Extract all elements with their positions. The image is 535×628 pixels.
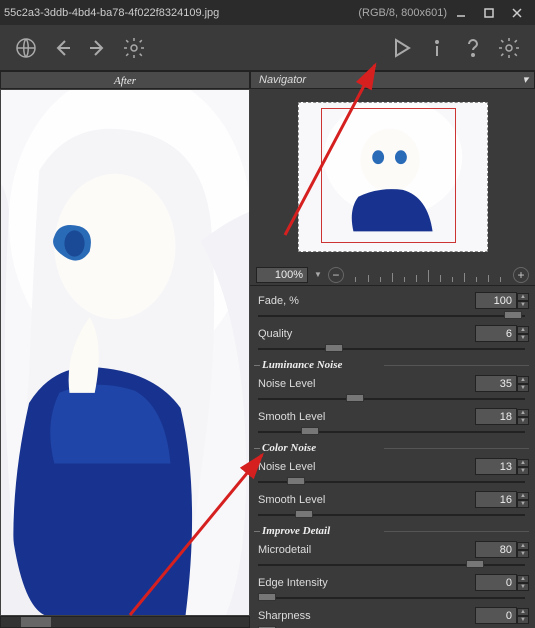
navigator-header[interactable]: Navigator ▾ (250, 71, 535, 89)
play-button[interactable] (383, 30, 419, 66)
back-button[interactable] (44, 30, 80, 66)
group-luminance-noise: Luminance Noise (254, 356, 529, 373)
minimize-button[interactable] (447, 3, 475, 23)
microdetail-label: Microdetail (254, 544, 475, 556)
maximize-button[interactable] (475, 3, 503, 23)
microdetail-value[interactable]: 80 (475, 541, 517, 558)
tab-after[interactable]: After (0, 71, 250, 89)
lum-noise-value[interactable]: 35 (475, 375, 517, 392)
edge-slider[interactable] (258, 593, 525, 603)
microdetail-slider[interactable] (258, 560, 525, 570)
file-name: 55c2a3-3ddb-4bd4-ba78-4f022f8324109.jpg (4, 7, 358, 19)
microdetail-spinner[interactable]: ▲▼ (517, 542, 529, 558)
title-bar: 55c2a3-3ddb-4bd4-ba78-4f022f8324109.jpg … (0, 0, 535, 25)
col-smooth-spinner[interactable]: ▲▼ (517, 492, 529, 508)
globe-icon[interactable] (8, 30, 44, 66)
settings-gear-icon[interactable] (116, 30, 152, 66)
info-icon[interactable] (419, 30, 455, 66)
zoom-controls: 100% ▼ − + (250, 264, 535, 286)
edge-value[interactable]: 0 (475, 574, 517, 591)
navigator-panel (250, 89, 535, 264)
zoom-select[interactable]: 100% (256, 267, 308, 283)
sharpness-spinner[interactable]: ▲▼ (517, 608, 529, 624)
lum-noise-slider[interactable] (258, 394, 525, 404)
parameters-panel: Fade, %100▲▼ Quality6▲▼ Luminance Noise … (250, 286, 535, 628)
collapse-icon[interactable]: ▾ (522, 71, 528, 89)
navigator-thumbnail[interactable] (298, 102, 488, 252)
lum-noise-label: Noise Level (254, 378, 475, 390)
forward-button[interactable] (80, 30, 116, 66)
col-noise-label: Noise Level (254, 461, 475, 473)
horizontal-scrollbar[interactable] (0, 616, 250, 628)
sharpness-value[interactable]: 0 (475, 607, 517, 624)
fade-spinner[interactable]: ▲▼ (517, 293, 529, 309)
sharpness-label: Sharpness (254, 610, 475, 622)
fade-label: Fade, % (254, 295, 475, 307)
col-noise-value[interactable]: 13 (475, 458, 517, 475)
lum-smooth-spinner[interactable]: ▲▼ (517, 409, 529, 425)
col-smooth-label: Smooth Level (254, 494, 475, 506)
lum-smooth-label: Smooth Level (254, 411, 475, 423)
col-noise-slider[interactable] (258, 477, 525, 487)
edge-spinner[interactable]: ▲▼ (517, 575, 529, 591)
quality-spinner[interactable]: ▲▼ (517, 326, 529, 342)
preview-image[interactable] (1, 90, 249, 615)
zoom-slider[interactable] (350, 268, 507, 282)
col-noise-spinner[interactable]: ▲▼ (517, 459, 529, 475)
edge-label: Edge Intensity (254, 577, 475, 589)
fade-slider[interactable] (258, 311, 525, 321)
close-button[interactable] (503, 3, 531, 23)
quality-slider[interactable] (258, 344, 525, 354)
navigator-viewport-rect[interactable] (321, 108, 456, 243)
fade-value[interactable]: 100 (475, 292, 517, 309)
help-icon[interactable] (455, 30, 491, 66)
zoom-dropdown-icon[interactable]: ▼ (314, 270, 322, 279)
file-mode: (RGB/8, 800x601) (358, 7, 447, 19)
col-smooth-slider[interactable] (258, 510, 525, 520)
lum-smooth-slider[interactable] (258, 427, 525, 437)
navigator-title: Navigator (259, 71, 306, 89)
col-smooth-value[interactable]: 16 (475, 491, 517, 508)
lum-noise-spinner[interactable]: ▲▼ (517, 376, 529, 392)
quality-label: Quality (254, 328, 475, 340)
preferences-gear-icon[interactable] (491, 30, 527, 66)
lum-smooth-value[interactable]: 18 (475, 408, 517, 425)
zoom-in-button[interactable]: + (513, 267, 529, 283)
toolbar (0, 25, 535, 71)
group-improve-detail: Improve Detail (254, 522, 529, 539)
zoom-out-button[interactable]: − (328, 267, 344, 283)
quality-value[interactable]: 6 (475, 325, 517, 342)
group-color-noise: Color Noise (254, 439, 529, 456)
